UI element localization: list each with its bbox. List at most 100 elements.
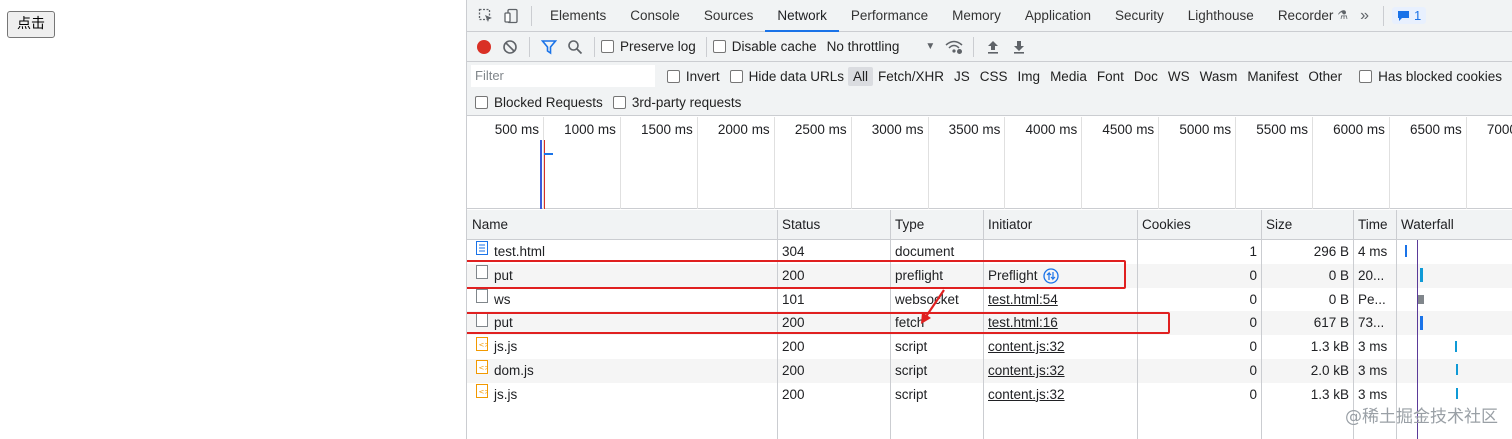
- invert-checkbox[interactable]: Invert: [666, 68, 720, 84]
- arrow-annotation-icon: [921, 289, 945, 324]
- cell-initiator[interactable]: test.html:54: [983, 288, 1137, 312]
- clear-icon[interactable]: [497, 34, 523, 60]
- filter-type-media[interactable]: Media: [1045, 67, 1092, 86]
- tab-sources[interactable]: Sources: [692, 0, 766, 31]
- tab-recorder[interactable]: Recorder: [1266, 0, 1338, 31]
- messages-badge[interactable]: 1: [1392, 7, 1427, 24]
- filter-type-ws[interactable]: WS: [1163, 67, 1195, 86]
- tab-network[interactable]: Network: [765, 0, 839, 32]
- tab-memory[interactable]: Memory: [940, 0, 1013, 31]
- preserve-log-checkbox[interactable]: Preserve log: [601, 39, 696, 54]
- export-har-icon[interactable]: [1006, 34, 1032, 60]
- filter-icon[interactable]: [536, 34, 562, 60]
- cell-size: 1.3 kB: [1310, 339, 1349, 355]
- network-overview[interactable]: 500 ms 1000 ms 1500 ms 2000 ms 2500 ms 3000 m…: [467, 117, 1512, 209]
- checkbox-box[interactable]: [712, 40, 726, 53]
- request-name: dom.js: [494, 363, 534, 378]
- waterfall-bar: [1456, 388, 1458, 399]
- device-toolbar-icon[interactable]: [499, 3, 525, 29]
- divider: [705, 36, 707, 57]
- cell-size: 296 B: [1313, 244, 1349, 259]
- checkbox-box[interactable]: [666, 69, 680, 83]
- column-divider: [1261, 210, 1262, 439]
- divider: [529, 36, 530, 57]
- checkbox-box[interactable]: [601, 40, 614, 53]
- disable-cache-checkbox[interactable]: Disable cache: [712, 39, 817, 54]
- column-header-type[interactable]: Type: [890, 210, 983, 239]
- network-conditions-icon[interactable]: [941, 34, 967, 60]
- tab-console[interactable]: Console: [618, 0, 692, 31]
- column-header-size[interactable]: Size: [1261, 210, 1353, 239]
- table-row[interactable]: ws 101 websocket test.html:54 0 0 B Pe...: [467, 287, 1512, 312]
- cell-name: <> js.js: [467, 335, 777, 359]
- column-header-name[interactable]: Name: [467, 210, 777, 239]
- inspect-element-icon[interactable]: [473, 3, 499, 29]
- hide-data-urls-label: Hide data URLs: [748, 68, 844, 84]
- tab-application[interactable]: Application: [1013, 0, 1103, 31]
- cell-name: ws: [467, 288, 777, 312]
- messages-count: 1: [1414, 8, 1422, 23]
- filter-type-all[interactable]: All: [847, 66, 873, 86]
- column-header-status[interactable]: Status: [777, 210, 890, 239]
- filter-type-css[interactable]: CSS: [975, 67, 1013, 86]
- invert-label: Invert: [685, 68, 720, 84]
- cell-size: 0 B: [1328, 291, 1349, 307]
- more-tabs-icon[interactable]: »: [1360, 7, 1369, 25]
- timeline-tick-label: 7000 ms: [1486, 122, 1512, 137]
- tab-elements[interactable]: Elements: [538, 0, 618, 31]
- table-row[interactable]: <> js.js 200 script content.js:32 0 1.3 kB 3 ms: [467, 335, 1512, 360]
- blocked-requests-checkbox[interactable]: Blocked Requests: [475, 95, 603, 110]
- has-blocked-cookies-checkbox[interactable]: Has blocked cookies: [1359, 69, 1502, 84]
- column-header-waterfall[interactable]: Waterfall: [1396, 210, 1512, 239]
- tab-security[interactable]: Security: [1103, 0, 1176, 31]
- filter-type-js[interactable]: JS: [949, 67, 975, 86]
- third-party-checkbox[interactable]: 3rd-party requests: [612, 95, 741, 110]
- checkbox-box[interactable]: [475, 96, 488, 109]
- cell-status: 101: [782, 291, 805, 307]
- column-header-initiator[interactable]: Initiator: [983, 210, 1137, 239]
- cell-time: 3 ms: [1358, 363, 1388, 378]
- filter-input[interactable]: Filter: [471, 65, 655, 87]
- request-name: ws: [494, 291, 511, 307]
- filter-type-fetch-xhr[interactable]: Fetch/XHR: [873, 67, 949, 86]
- filter-type-img[interactable]: Img: [1013, 67, 1046, 86]
- click-button[interactable]: 点击: [7, 11, 55, 38]
- throttling-value: No throttling: [826, 39, 900, 54]
- tab-performance[interactable]: Performance: [839, 0, 940, 31]
- cell-cookies: 0: [1249, 363, 1257, 378]
- cell-status: 200: [782, 386, 805, 402]
- cell-type: script: [895, 339, 928, 355]
- cell-time: 73...: [1358, 315, 1385, 331]
- record-icon[interactable]: [471, 34, 497, 60]
- import-har-icon[interactable]: [980, 34, 1006, 60]
- column-header-cookies[interactable]: Cookies: [1137, 210, 1261, 239]
- waterfall-bar: [1420, 268, 1423, 282]
- initiator-label[interactable]: content.js:32: [988, 339, 1065, 354]
- cell-status: 200: [782, 363, 805, 378]
- filter-type-doc[interactable]: Doc: [1129, 67, 1163, 86]
- checkbox-box[interactable]: [1359, 69, 1373, 83]
- filter-type-other[interactable]: Other: [1303, 67, 1347, 86]
- filter-type-font[interactable]: Font: [1092, 67, 1129, 86]
- filter-type-manifest[interactable]: Manifest: [1242, 67, 1303, 86]
- table-row[interactable]: <> dom.js 200 script content.js:32 0 2.0 kB 3 m…: [467, 359, 1512, 383]
- column-header-time[interactable]: Time: [1353, 210, 1396, 239]
- disable-cache-label: Disable cache: [731, 39, 817, 54]
- cell-size: 617 B: [1313, 315, 1349, 331]
- tab-lighthouse[interactable]: Lighthouse: [1176, 0, 1266, 31]
- checkbox-box[interactable]: [612, 96, 626, 109]
- checkbox-box[interactable]: [729, 69, 743, 83]
- initiator-label[interactable]: content.js:32: [988, 363, 1065, 378]
- cell-initiator[interactable]: content.js:32: [983, 383, 1137, 407]
- initiator-label[interactable]: test.html:54: [988, 292, 1058, 307]
- message-icon: [1398, 10, 1410, 21]
- has-blocked-cookies-label: Has blocked cookies: [1378, 68, 1502, 84]
- filter-type-wasm[interactable]: Wasm: [1195, 67, 1243, 86]
- cell-initiator[interactable]: content.js:32: [983, 335, 1137, 359]
- hide-data-urls-checkbox[interactable]: Hide data URLs: [729, 68, 844, 84]
- initiator-label[interactable]: content.js:32: [988, 387, 1065, 402]
- cell-initiator[interactable]: content.js:32: [983, 359, 1137, 383]
- divider: [531, 5, 532, 26]
- throttling-select[interactable]: No throttling ▼: [827, 39, 936, 54]
- search-icon[interactable]: [562, 34, 588, 60]
